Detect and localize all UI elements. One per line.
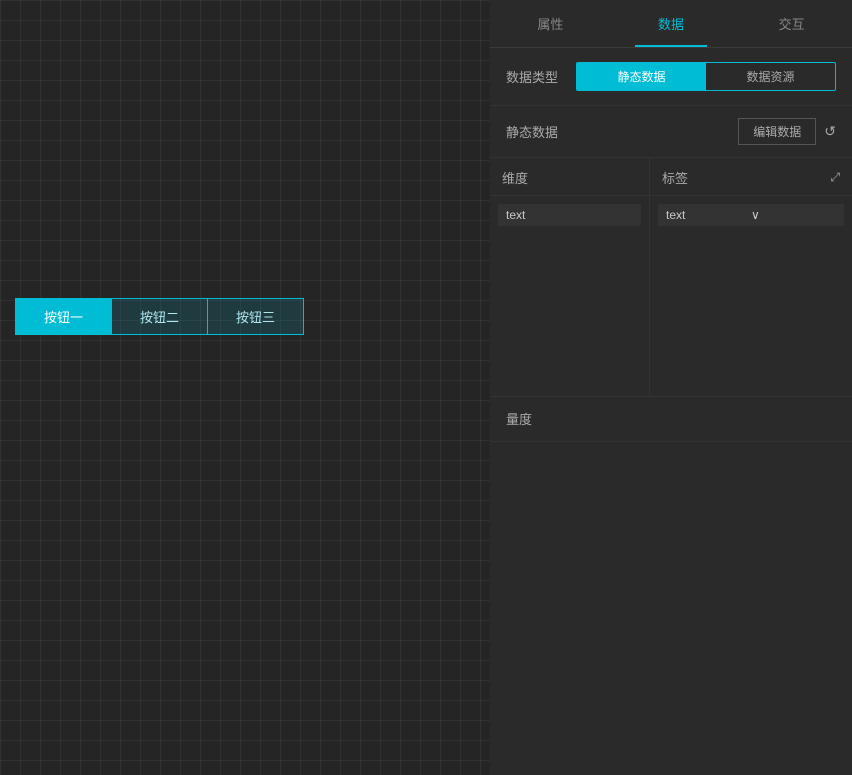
dimension-tag-section: 维度 text 标签 ⤢ text ∨: [490, 158, 852, 397]
button-three[interactable]: 按钮三: [208, 299, 303, 334]
static-data-label: 静态数据: [506, 122, 576, 141]
button-one[interactable]: 按钮一: [16, 299, 111, 334]
dimension-column: 维度 text: [490, 158, 650, 396]
tab-properties[interactable]: 属性: [490, 0, 611, 47]
data-type-label: 数据类型: [506, 67, 576, 86]
toggle-static-data[interactable]: 静态数据: [577, 63, 706, 90]
measure-label: 量度: [506, 412, 532, 427]
data-type-toggle-group: 静态数据 数据资源: [576, 62, 836, 91]
tag-value: text: [666, 208, 751, 222]
tab-data[interactable]: 数据: [611, 0, 732, 47]
top-tabs: 属性 数据 交互: [490, 0, 852, 48]
data-type-row: 数据类型 静态数据 数据资源: [490, 48, 852, 106]
toggle-data-resource[interactable]: 数据资源: [706, 63, 835, 90]
chevron-down-icon: ∨: [751, 208, 836, 222]
tab-interaction[interactable]: 交互: [731, 0, 852, 47]
refresh-icon[interactable]: ↺: [824, 123, 836, 140]
tag-body: text ∨: [650, 196, 852, 396]
tag-select-row[interactable]: text ∨: [658, 204, 844, 226]
tag-label: 标签: [662, 168, 688, 187]
tag-header: 标签 ⤢: [650, 158, 852, 196]
button-group: 按钮一 按钮二 按钮三: [15, 298, 304, 335]
edit-data-button[interactable]: 编辑数据: [738, 118, 816, 145]
panel-content: 数据类型 静态数据 数据资源 静态数据 编辑数据 ↺ 维度 text: [490, 48, 852, 775]
button-two[interactable]: 按钮二: [111, 299, 208, 334]
dimension-label: 维度: [502, 168, 528, 187]
dimension-item[interactable]: text: [498, 204, 641, 226]
external-link-icon[interactable]: ⤢: [830, 170, 840, 185]
canvas-area: 按钮一 按钮二 按钮三: [0, 0, 490, 775]
tag-column: 标签 ⤢ text ∨: [650, 158, 852, 396]
right-panel: 属性 数据 交互 数据类型 静态数据 数据资源 静态数据 编辑数据 ↺: [490, 0, 852, 775]
measure-row: 量度: [490, 397, 852, 442]
static-data-row: 静态数据 编辑数据 ↺: [490, 106, 852, 158]
dimension-body: text: [490, 196, 649, 396]
dimension-header: 维度: [490, 158, 649, 196]
